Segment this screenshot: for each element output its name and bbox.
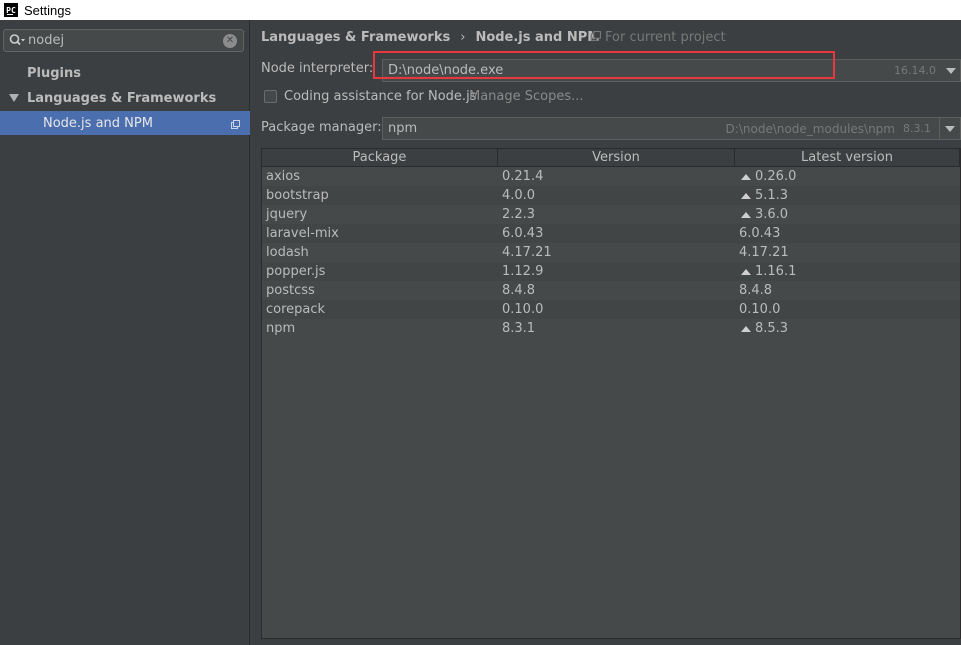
package-version-cell: 0.21.4 (502, 169, 544, 184)
package-manager-dropdown-button[interactable] (939, 118, 960, 139)
expand-arrow-icon[interactable] (9, 94, 19, 102)
latest-version-text: 0.10.0 (739, 302, 781, 317)
table-row[interactable]: axios 0.21.4 0.26.0 (262, 167, 960, 186)
package-manager-path: D:\node\node_modules\npm (725, 121, 895, 136)
latest-version-cell: 5.1.3 (735, 186, 960, 205)
table-row[interactable]: postcss 8.4.8 8.4.8 (262, 281, 960, 300)
package-name-cell: lodash (266, 245, 309, 260)
table-row[interactable]: jquery 2.2.3 3.6.0 (262, 205, 960, 224)
latest-version-cell: 6.0.43 (735, 224, 960, 243)
package-version-cell: 8.4.8 (502, 283, 536, 298)
project-scope-icon (591, 30, 601, 45)
package-name-cell: axios (266, 169, 300, 184)
search-input[interactable]: nodej ✕ (3, 29, 244, 52)
coding-assistance-label[interactable]: Coding assistance for Node.js (284, 89, 476, 104)
column-header-latest-version[interactable]: Latest version (735, 149, 960, 166)
latest-version-cell: 0.26.0 (735, 167, 960, 186)
latest-version-text: 6.0.43 (739, 226, 781, 241)
package-version-cell: 0.10.0 (502, 302, 544, 317)
latest-version-cell: 3.6.0 (735, 205, 960, 224)
package-manager-version: 8.3.1 (903, 122, 931, 135)
node-interpreter-label: Node interpreter: (261, 61, 374, 76)
search-value[interactable]: nodej (28, 33, 223, 48)
latest-version-cell: 4.17.21 (735, 243, 960, 262)
table-header: Package Version Latest version (262, 149, 960, 167)
package-name-cell: corepack (266, 302, 326, 317)
sidebar-item-languages-frameworks[interactable]: Languages & Frameworks (0, 86, 250, 110)
upgrade-arrow-icon[interactable] (741, 325, 751, 332)
column-header-version[interactable]: Version (498, 149, 735, 166)
latest-version-text: 8.4.8 (739, 283, 773, 298)
package-manager-label: Package manager: (261, 120, 382, 135)
sidebar-item-plugins[interactable]: Plugins (0, 61, 250, 85)
sidebar-item-label: Plugins (27, 65, 81, 81)
latest-version-cell: 8.4.8 (735, 281, 960, 300)
table-row[interactable]: npm 8.3.1 8.5.3 (262, 319, 960, 338)
breadcrumb-languages-frameworks[interactable]: Languages & Frameworks (261, 30, 450, 45)
clear-search-icon[interactable]: ✕ (223, 33, 237, 48)
sidebar-item-label: Node.js and NPM (43, 115, 153, 131)
package-name-cell: jquery (266, 207, 308, 222)
package-manager-value[interactable]: npm (388, 121, 726, 136)
latest-version-text: 5.1.3 (755, 188, 789, 203)
node-version: 16.14.0 (894, 64, 936, 77)
node-interpreter-value[interactable]: D:\node\node.exe (388, 63, 894, 78)
breadcrumb-separator: › (460, 30, 466, 45)
project-scope-note: For current project (591, 30, 726, 45)
package-manager-select[interactable]: npm D:\node\node_modules\npm 8.3.1 (382, 117, 961, 140)
breadcrumb: Languages & Frameworks › Node.js and NPM (261, 30, 600, 45)
packages-table[interactable]: Package Version Latest version axios 0.21… (261, 148, 961, 639)
window-titlebar: PC Settings (0, 0, 961, 20)
chevron-down-icon[interactable] (945, 125, 955, 132)
table-row[interactable]: bootstrap 4.0.0 5.1.3 (262, 186, 960, 205)
upgrade-arrow-icon[interactable] (741, 211, 751, 218)
project-scope-icon (231, 118, 240, 129)
package-version-cell: 2.2.3 (502, 207, 536, 222)
latest-version-text: 8.5.3 (755, 321, 789, 336)
upgrade-arrow-icon[interactable] (741, 268, 751, 275)
settings-sidebar: nodej ✕ Plugins Languages & Frameworks N… (0, 20, 250, 645)
project-scope-label: For current project (605, 30, 726, 45)
pycharm-icon: PC (4, 3, 18, 17)
table-body: axios 0.21.4 0.26.0 bootstrap 4.0.0 5.1.3 jque… (262, 167, 960, 338)
node-interpreter-select[interactable]: D:\node\node.exe 16.14.0 (382, 59, 961, 82)
breadcrumb-nodejs-npm: Node.js and NPM (475, 30, 601, 45)
chevron-down-icon[interactable] (946, 67, 956, 74)
latest-version-cell: 0.10.0 (735, 300, 960, 319)
sidebar-item-label: Languages & Frameworks (27, 90, 217, 106)
package-name-cell: postcss (266, 283, 315, 298)
package-version-cell: 4.17.21 (502, 245, 552, 260)
package-name-cell: npm (266, 321, 296, 336)
latest-version-text: 1.16.1 (755, 264, 797, 279)
search-icon[interactable] (8, 32, 26, 50)
package-version-cell: 6.0.43 (502, 226, 544, 241)
latest-version-cell: 8.5.3 (735, 319, 960, 338)
settings-main-panel: Languages & Frameworks › Node.js and NPM… (251, 20, 961, 645)
package-version-cell: 1.12.9 (502, 264, 544, 279)
sidebar-item-nodejs-npm[interactable]: Node.js and NPM (0, 111, 250, 135)
latest-version-text: 0.26.0 (755, 169, 797, 184)
latest-version-cell: 1.16.1 (735, 262, 960, 281)
manage-scopes-link[interactable]: Manage Scopes... (469, 89, 584, 104)
coding-assistance-checkbox[interactable] (264, 90, 277, 103)
column-header-package[interactable]: Package (262, 149, 498, 166)
latest-version-text: 3.6.0 (755, 207, 789, 222)
table-row[interactable]: popper.js 1.12.9 1.16.1 (262, 262, 960, 281)
table-row[interactable]: laravel-mix 6.0.43 6.0.43 (262, 224, 960, 243)
table-row[interactable]: corepack 0.10.0 0.10.0 (262, 300, 960, 319)
table-row[interactable]: lodash 4.17.21 4.17.21 (262, 243, 960, 262)
upgrade-arrow-icon[interactable] (741, 192, 751, 199)
latest-version-text: 4.17.21 (739, 245, 789, 260)
upgrade-arrow-icon[interactable] (741, 173, 751, 180)
window-title: Settings (24, 2, 71, 18)
package-version-cell: 8.3.1 (502, 321, 536, 336)
package-name-cell: bootstrap (266, 188, 329, 203)
package-version-cell: 4.0.0 (502, 188, 536, 203)
package-name-cell: laravel-mix (266, 226, 339, 241)
package-name-cell: popper.js (266, 264, 326, 279)
